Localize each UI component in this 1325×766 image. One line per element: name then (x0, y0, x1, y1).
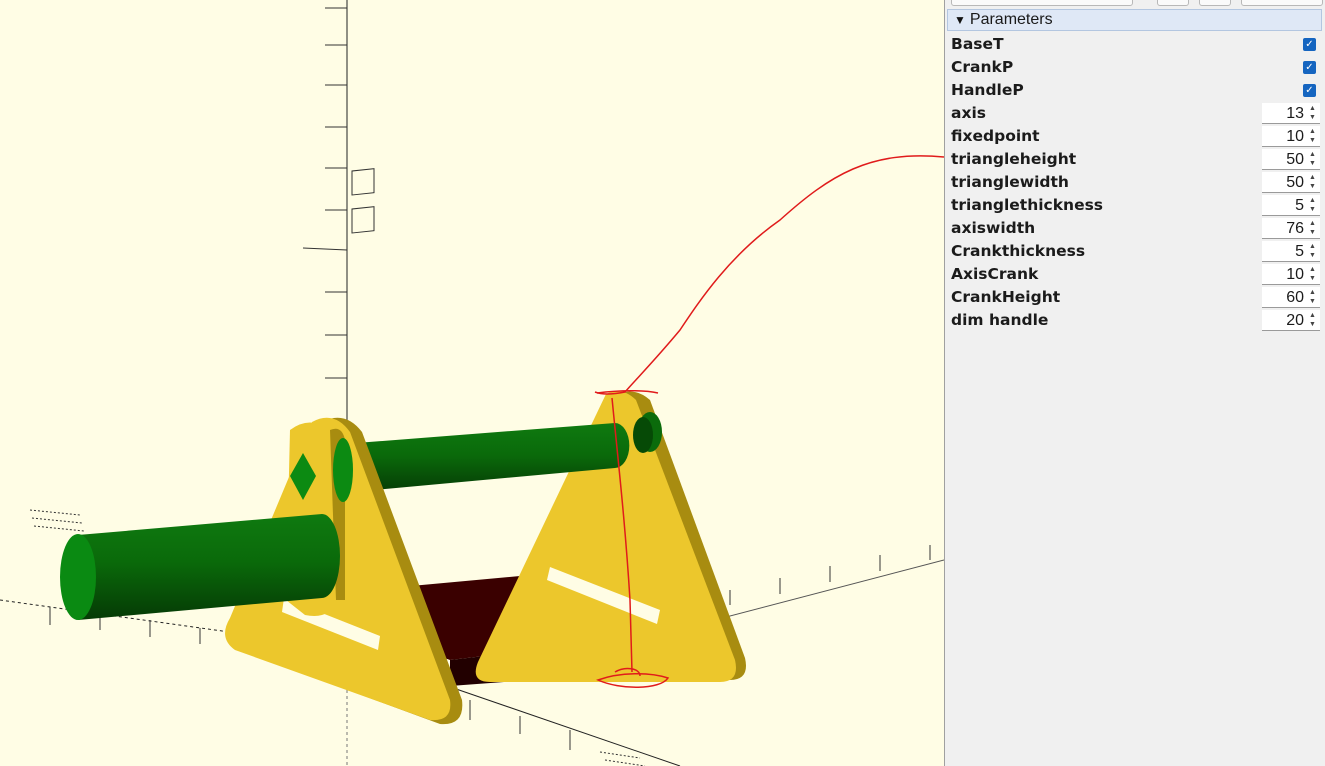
param-spinbox[interactable]: 5 ▲ ▼ (1262, 195, 1320, 216)
param-spinbox[interactable]: 10 ▲ ▼ (1262, 264, 1320, 285)
model-render[interactable] (0, 0, 944, 766)
spin-up-icon[interactable]: ▲ (1307, 196, 1318, 205)
spin-down-icon[interactable]: ▼ (1307, 251, 1318, 260)
param-label: fixedpoint (951, 127, 1040, 145)
spinbox-value[interactable]: 5 (1264, 243, 1304, 261)
spin-down-icon[interactable]: ▼ (1307, 182, 1318, 191)
3d-viewport[interactable] (0, 0, 944, 766)
param-checkbox[interactable]: ✓ (1303, 84, 1316, 97)
param-spinbox[interactable]: 50 ▲ ▼ (1262, 172, 1320, 193)
spin-down-icon[interactable]: ▼ (1307, 113, 1318, 122)
panel-toolbar (945, 0, 1325, 6)
spinbox-value[interactable]: 76 (1264, 220, 1304, 238)
param-label: HandleP (951, 81, 1024, 99)
param-row-crankthickness: Crankthickness 5 ▲ ▼ (945, 240, 1325, 263)
param-label: BaseT (951, 35, 1004, 53)
param-row-axiswidth: axiswidth 76 ▲ ▼ (945, 217, 1325, 240)
param-label: Crankthickness (951, 242, 1086, 260)
spin-down-icon[interactable]: ▼ (1307, 228, 1318, 237)
spinbox-value[interactable]: 60 (1264, 289, 1304, 307)
param-row-trianglethickness: trianglethickness 5 ▲ ▼ (945, 194, 1325, 217)
preset-button[interactable] (1241, 0, 1323, 6)
spin-up-icon[interactable]: ▲ (1307, 288, 1318, 297)
spin-up-icon[interactable]: ▲ (1307, 265, 1318, 274)
param-row-fixedpoint: fixedpoint 10 ▲ ▼ (945, 125, 1325, 148)
param-label: trianglethickness (951, 196, 1104, 214)
spin-down-icon[interactable]: ▼ (1307, 136, 1318, 145)
spinbox-value[interactable]: 13 (1264, 105, 1304, 123)
spinbox-value[interactable]: 10 (1264, 128, 1304, 146)
param-row-baset: BaseT ✓ (945, 33, 1325, 56)
param-row-axis: axis 13 ▲ ▼ (945, 102, 1325, 125)
param-spinbox[interactable]: 50 ▲ ▼ (1262, 149, 1320, 170)
spinbox-value[interactable]: 5 (1264, 197, 1304, 215)
spinbox-value[interactable]: 50 (1264, 174, 1304, 192)
preset-button[interactable] (1157, 0, 1189, 6)
param-spinbox[interactable]: 10 ▲ ▼ (1262, 126, 1320, 147)
spin-down-icon[interactable]: ▼ (1307, 274, 1318, 283)
param-label: trianglewidth (951, 173, 1069, 191)
spin-up-icon[interactable]: ▲ (1307, 150, 1318, 159)
param-row-triangleheight: triangleheight 50 ▲ ▼ (945, 148, 1325, 171)
param-label: triangleheight (951, 150, 1077, 168)
spin-down-icon[interactable]: ▼ (1307, 320, 1318, 329)
spinbox-value[interactable]: 50 (1264, 151, 1304, 169)
param-row-crankp: CrankP ✓ (945, 56, 1325, 79)
param-row-handlep: HandleP ✓ (945, 79, 1325, 102)
spinbox-value[interactable]: 20 (1264, 312, 1304, 330)
param-label: CrankHeight (951, 288, 1061, 306)
param-spinbox[interactable]: 20 ▲ ▼ (1262, 310, 1320, 331)
param-spinbox[interactable]: 5 ▲ ▼ (1262, 241, 1320, 262)
preset-dropdown[interactable] (951, 0, 1133, 6)
param-spinbox[interactable]: 76 ▲ ▼ (1262, 218, 1320, 239)
param-row-axiscrank: AxisCrank 10 ▲ ▼ (945, 263, 1325, 286)
spin-up-icon[interactable]: ▲ (1307, 173, 1318, 182)
param-row-dim-handle: dim handle 20 ▲ ▼ (945, 309, 1325, 332)
param-label: axiswidth (951, 219, 1036, 237)
spin-down-icon[interactable]: ▼ (1307, 297, 1318, 306)
parameters-group-header[interactable]: ▼ Parameters (947, 9, 1322, 31)
spin-up-icon[interactable]: ▲ (1307, 311, 1318, 320)
param-spinbox[interactable]: 60 ▲ ▼ (1262, 287, 1320, 308)
param-row-trianglewidth: trianglewidth 50 ▲ ▼ (945, 171, 1325, 194)
param-checkbox[interactable]: ✓ (1303, 61, 1316, 74)
param-label: axis (951, 104, 986, 122)
group-title: Parameters (969, 11, 1053, 28)
collapse-triangle-icon: ▼ (954, 13, 966, 27)
spin-down-icon[interactable]: ▼ (1307, 159, 1318, 168)
spinbox-value[interactable]: 10 (1264, 266, 1304, 284)
param-spinbox[interactable]: 13 ▲ ▼ (1262, 103, 1320, 124)
preset-button[interactable] (1199, 0, 1231, 6)
customizer-panel: ▼ Parameters BaseT ✓ CrankP ✓ HandleP ✓ … (944, 0, 1325, 766)
spin-up-icon[interactable]: ▲ (1307, 242, 1318, 251)
param-label: dim handle (951, 311, 1049, 329)
param-label: AxisCrank (951, 265, 1039, 283)
spin-down-icon[interactable]: ▼ (1307, 205, 1318, 214)
param-row-crankheight: CrankHeight 60 ▲ ▼ (945, 286, 1325, 309)
spin-up-icon[interactable]: ▲ (1307, 127, 1318, 136)
param-label: CrankP (951, 58, 1014, 76)
param-checkbox[interactable]: ✓ (1303, 38, 1316, 51)
spin-up-icon[interactable]: ▲ (1307, 104, 1318, 113)
spin-up-icon[interactable]: ▲ (1307, 219, 1318, 228)
